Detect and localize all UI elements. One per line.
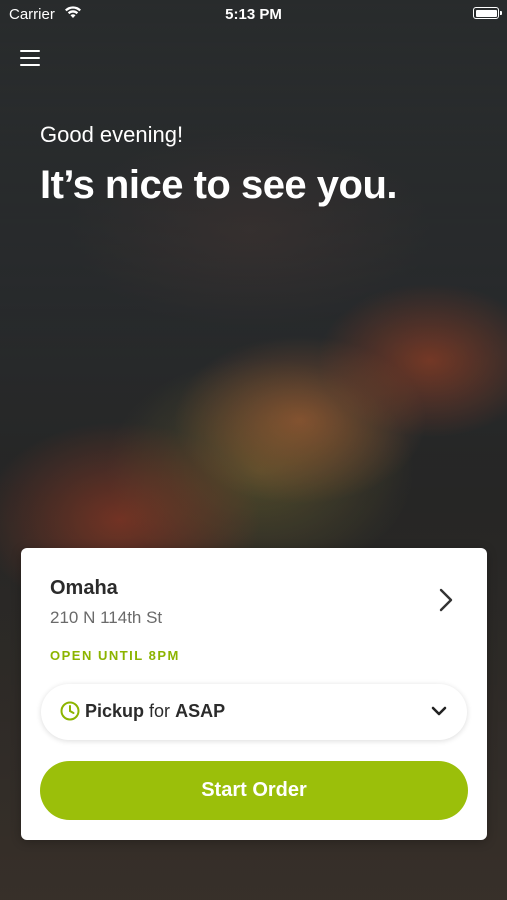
order-connector: for [149,701,171,721]
clock-time: 5:13 PM [225,6,282,23]
hours-status: OPEN UNTIL 8PM [50,648,180,663]
menu-icon[interactable] [20,48,42,68]
location-card: Omaha 210 N 114th St OPEN UNTIL 8PM Pick… [21,548,487,840]
order-time: ASAP [175,701,226,721]
start-order-button[interactable]: Start Order [40,761,468,820]
welcome-headline: It’s nice to see you. [40,163,398,207]
location-row[interactable]: Omaha 210 N 114th St [21,548,487,658]
location-name: Omaha [50,577,118,599]
order-type-label: Pickup for ASAP [85,701,225,722]
greeting-text: Good evening! [40,122,184,147]
location-address: 210 N 114th St [50,608,163,627]
order-type-selector[interactable]: Pickup for ASAP [41,684,467,740]
clock-icon [60,701,80,721]
order-mode: Pickup [85,701,145,721]
battery-icon [473,7,502,19]
status-bar: Carrier 5:13 PM [0,0,507,28]
chevron-down-icon [431,706,447,716]
app-screen: Carrier 5:13 PM Good evening! It’s nice … [0,0,507,900]
chevron-right-icon [439,588,453,612]
